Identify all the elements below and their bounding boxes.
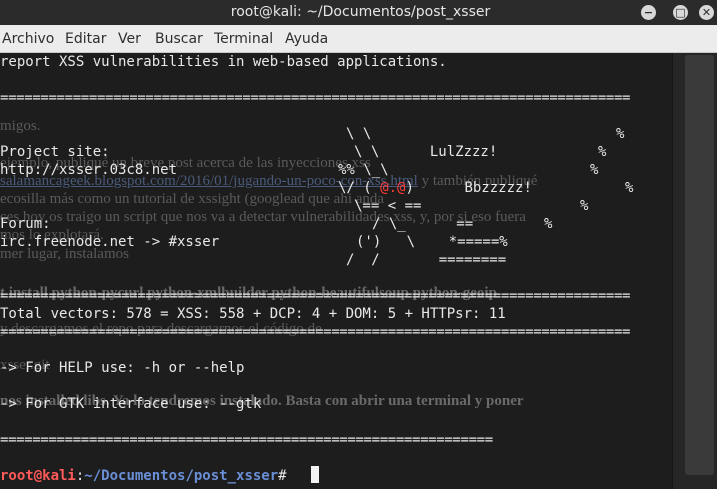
ascii-art-line: \== < == — [354, 198, 422, 214]
separator-line: ========================================… — [0, 324, 631, 340]
ascii-percent: % — [590, 162, 599, 178]
text-cursor — [311, 466, 319, 483]
prompt-path: ~/Documentos/post_xsser — [84, 468, 279, 484]
window-title: root@kali: ~/Documentos/post_xsser — [230, 4, 491, 20]
minimize-icon[interactable]: − — [641, 5, 656, 20]
menu-editar[interactable]: Editar — [65, 31, 106, 47]
ascii-percent: % — [616, 126, 625, 142]
terminal-line: Forum: — [0, 216, 51, 232]
separator-line: ========================================… — [0, 288, 631, 304]
menu-ayuda[interactable]: Ayuda — [285, 31, 328, 47]
terminal-line: Project site: — [0, 144, 110, 160]
terminal-line: report XSS vulnerabilities in web-based … — [0, 54, 447, 70]
ascii-art-text: ) Bbzzzzz! — [405, 180, 532, 196]
terminal-output[interactable]: migos. ejemplo, publiqué un breve post a… — [0, 53, 672, 489]
ascii-art-line: (') \ *=====% — [356, 234, 508, 250]
prompt-user: root@kali — [0, 468, 76, 484]
ascii-art-eyes: @.@ — [380, 180, 406, 196]
menu-ver[interactable]: Ver — [118, 31, 141, 47]
ascii-art-line: %% \_\ — [338, 162, 389, 178]
bg-line: migos. — [0, 118, 41, 134]
scrollbar[interactable] — [672, 53, 717, 489]
bg-line: ecosilla más como un tutorial de xssight… — [0, 191, 385, 207]
separator-line: ========================================… — [0, 432, 493, 448]
ascii-art-line: / / ======== — [346, 252, 507, 268]
shell-prompt: root@kali:~/Documentos/post_xsser# — [0, 467, 295, 485]
ascii-art-line: / \_ == — [372, 216, 474, 232]
close-icon[interactable]: ✕ — [699, 5, 714, 20]
ascii-art-line: \ \ LulZzzz! — [354, 144, 498, 160]
scrollbar-thumb[interactable] — [685, 55, 714, 475]
ascii-art-text: \/ ( — [338, 180, 381, 196]
menu-bar: Archivo Editar Ver Buscar Terminal Ayuda — [0, 25, 717, 53]
maximize-icon[interactable]: □ — [673, 5, 688, 20]
menu-archivo[interactable]: Archivo — [2, 31, 54, 47]
ascii-percent: % — [544, 216, 553, 232]
terminal-line: irc.freenode.net -> #xsser — [0, 234, 220, 250]
background-page: migos. ejemplo, publiqué un breve post a… — [0, 53, 672, 489]
ascii-percent: % — [625, 180, 634, 196]
title-bar: root@kali: ~/Documentos/post_xsser − □ ✕ — [0, 0, 717, 25]
ascii-art-line: \/ ( @.@) Bbzzzzz! — [338, 179, 532, 197]
terminal-line: -> For HELP use: -h or --help — [0, 360, 245, 376]
terminal-line: -> For GTK interface use: --gtk — [0, 396, 262, 412]
menu-terminal[interactable]: Terminal — [214, 31, 273, 47]
ascii-art-line: \ \ — [346, 126, 372, 142]
terminal-line: Total vectors: 578 = XSS: 558 + DCP: 4 +… — [0, 306, 506, 322]
menu-buscar[interactable]: Buscar — [155, 31, 203, 47]
ascii-percent: % — [598, 144, 607, 160]
prompt-symbol: # — [278, 468, 296, 484]
terminal-line: http://xsser.03c8.net — [0, 162, 178, 178]
separator-line: ========================================… — [0, 90, 631, 106]
ascii-percent: % — [580, 198, 589, 214]
